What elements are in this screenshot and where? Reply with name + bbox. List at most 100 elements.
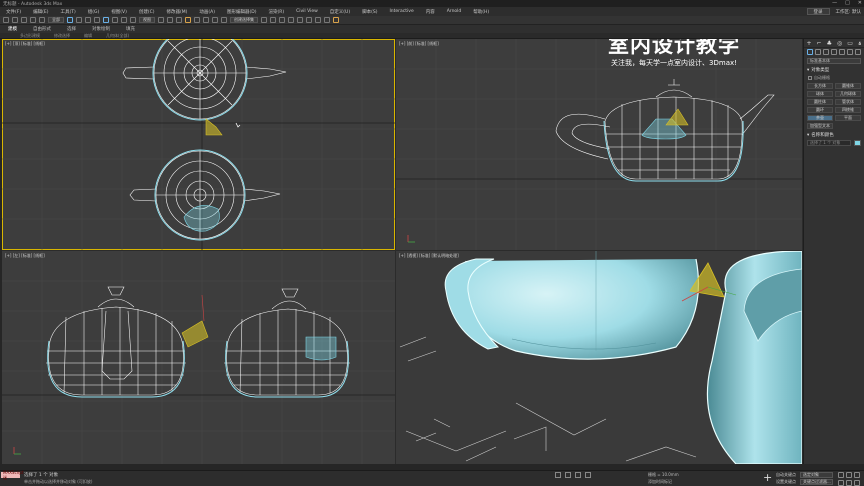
light-gizmo-top[interactable] — [205, 118, 223, 136]
zoom-extents-icon[interactable] — [854, 472, 860, 478]
lights-icon[interactable] — [823, 49, 829, 55]
autogrid-checkbox[interactable] — [808, 76, 812, 80]
light-gizmo-front[interactable] — [665, 108, 689, 126]
tab-selection[interactable]: 选择 — [59, 26, 84, 32]
menu-views[interactable]: 视图(V) — [105, 9, 133, 15]
snap-toggle-icon[interactable] — [185, 17, 191, 23]
menu-animation[interactable]: 动画(A) — [193, 9, 221, 15]
hierarchy-tab-icon[interactable]: ♣ — [827, 40, 832, 47]
space-warps-icon[interactable] — [847, 49, 853, 55]
absolute-mode-icon[interactable] — [565, 472, 571, 478]
scale-icon[interactable] — [121, 17, 127, 23]
key-filters-button[interactable]: 关键点过滤器... — [800, 479, 833, 485]
ribbon-sub-modify-selection[interactable]: 修改选择 — [54, 33, 70, 39]
rollout-name-color[interactable]: ▾ 名称和颜色 — [806, 132, 862, 139]
add-time-tag[interactable]: 添加时间标记 — [648, 479, 672, 485]
pyramid-button[interactable]: 四棱锥 — [835, 107, 861, 113]
isolate-icon[interactable] — [575, 472, 581, 478]
close-icon[interactable]: ✕ — [858, 0, 862, 7]
menu-edit[interactable]: 编辑(E) — [27, 9, 54, 15]
teapot-button[interactable]: 茶壶 — [807, 115, 833, 121]
viewport-left-label[interactable]: [+] [左] [标准] [线框] — [5, 253, 45, 259]
selection-filter-dropdown[interactable]: 全部 — [48, 17, 64, 23]
menu-create[interactable]: 创建(C) — [133, 9, 161, 15]
zoom-all-icon[interactable] — [846, 472, 852, 478]
undo-icon[interactable] — [3, 17, 9, 23]
named-selection-dropdown[interactable]: 创建选择集 — [230, 17, 258, 23]
box-button[interactable]: 长方体 — [807, 83, 833, 89]
render-setup-icon[interactable] — [315, 17, 321, 23]
zoom-icon[interactable] — [838, 472, 844, 478]
add-key-icon[interactable]: + — [763, 472, 772, 483]
cylinder-button[interactable]: 圆柱体 — [807, 99, 833, 105]
orbit-icon[interactable] — [854, 480, 860, 486]
menu-scripting[interactable]: 脚本(S) — [356, 9, 383, 15]
percent-snap-icon[interactable] — [203, 17, 209, 23]
selection-lock-icon[interactable] — [585, 472, 591, 478]
systems-icon[interactable] — [855, 49, 861, 55]
set-key-button[interactable]: 设置关键点 — [776, 479, 796, 485]
ribbon-sub-edit[interactable]: 编辑 — [84, 33, 92, 39]
align-icon[interactable] — [270, 17, 276, 23]
maximize-icon[interactable]: □ — [845, 0, 850, 7]
object-color-swatch[interactable] — [854, 140, 861, 146]
sphere-button[interactable]: 球体 — [807, 91, 833, 97]
object-name-field[interactable]: 选择了 1 个 对象 — [807, 140, 851, 146]
create-tab-icon[interactable]: + — [807, 40, 812, 47]
ribbon-sub-geometry[interactable]: 几何体(全部) — [106, 33, 129, 39]
place-icon[interactable] — [130, 17, 136, 23]
link-icon[interactable] — [21, 17, 27, 23]
viewport-top-label[interactable]: [+] [顶] [标准] [线框] — [5, 41, 45, 47]
viewport-left[interactable]: [+] [左] [标准] [线框] — [2, 251, 395, 464]
menu-group[interactable]: 组(G) — [82, 9, 106, 15]
unlink-icon[interactable] — [30, 17, 36, 23]
material-editor-icon[interactable] — [306, 17, 312, 23]
curve-editor-icon[interactable] — [288, 17, 294, 23]
move-icon[interactable] — [103, 17, 109, 23]
viewport-top[interactable]: [+] [顶] [标准] [线框] — [2, 39, 395, 250]
textplus-button[interactable]: 加强型文本 — [807, 123, 833, 129]
schematic-view-icon[interactable] — [297, 17, 303, 23]
auto-key-button[interactable]: 自动关键点 — [776, 472, 796, 478]
display-tab-icon[interactable]: ▭ — [847, 40, 853, 47]
lock-selection-icon[interactable] — [555, 472, 561, 478]
fov-icon[interactable] — [838, 480, 844, 486]
menu-graph-editors[interactable]: 图形编辑器(D) — [221, 9, 262, 15]
select-manipulate-icon[interactable] — [167, 17, 173, 23]
menu-interactive[interactable]: Interactive — [383, 9, 419, 14]
viewport-persp-label[interactable]: [+] [透视] [标准] [默认明暗处理] — [399, 253, 459, 259]
primitive-type-dropdown[interactable]: 标准基本体 — [807, 58, 861, 64]
menu-help[interactable]: 帮助(H) — [467, 9, 495, 15]
geosphere-button[interactable]: 几何球体 — [835, 91, 861, 97]
small-teapot-left[interactable] — [305, 336, 337, 361]
pivot-center-icon[interactable] — [158, 17, 164, 23]
modify-tab-icon[interactable]: ⌐ — [817, 40, 822, 47]
tab-populate[interactable]: 填充 — [118, 26, 143, 32]
edit-named-sel-icon[interactable] — [221, 17, 227, 23]
menu-content[interactable]: 内容 — [420, 9, 441, 15]
reference-coord-dropdown[interactable]: 视图 — [139, 17, 155, 23]
mirror-icon[interactable] — [261, 17, 267, 23]
motion-tab-icon[interactable]: ◎ — [837, 40, 842, 47]
render-teapot-icon[interactable] — [333, 17, 339, 23]
plane-button[interactable]: 平面 — [835, 115, 861, 121]
pan-icon[interactable] — [846, 480, 852, 486]
rollout-object-type[interactable]: ▾ 对象类型 — [806, 67, 862, 74]
shapes-icon[interactable] — [815, 49, 821, 55]
utilities-tab-icon[interactable]: ۃ — [858, 40, 862, 47]
cameras-icon[interactable] — [831, 49, 837, 55]
cone-button[interactable]: 圆锥体 — [835, 83, 861, 89]
viewport-perspective[interactable]: [+] [透视] [标准] [默认明暗处理] — [396, 251, 802, 464]
menu-civil-view[interactable]: Civil View — [290, 9, 324, 14]
minimize-icon[interactable]: — — [832, 0, 837, 7]
tab-modeling[interactable]: 建模 — [0, 26, 25, 32]
menu-arnold[interactable]: Arnold — [441, 9, 468, 14]
rect-selection-icon[interactable] — [85, 17, 91, 23]
viewport-front-label[interactable]: [+] [前] [标准] [线框] — [399, 41, 439, 47]
window-crossing-icon[interactable] — [94, 17, 100, 23]
menu-file[interactable]: 文件(F) — [0, 9, 27, 15]
rendered-frame-icon[interactable] — [324, 17, 330, 23]
angle-snap-icon[interactable] — [194, 17, 200, 23]
geometry-icon[interactable] — [807, 49, 813, 55]
light-gizmo-left[interactable] — [181, 320, 209, 348]
